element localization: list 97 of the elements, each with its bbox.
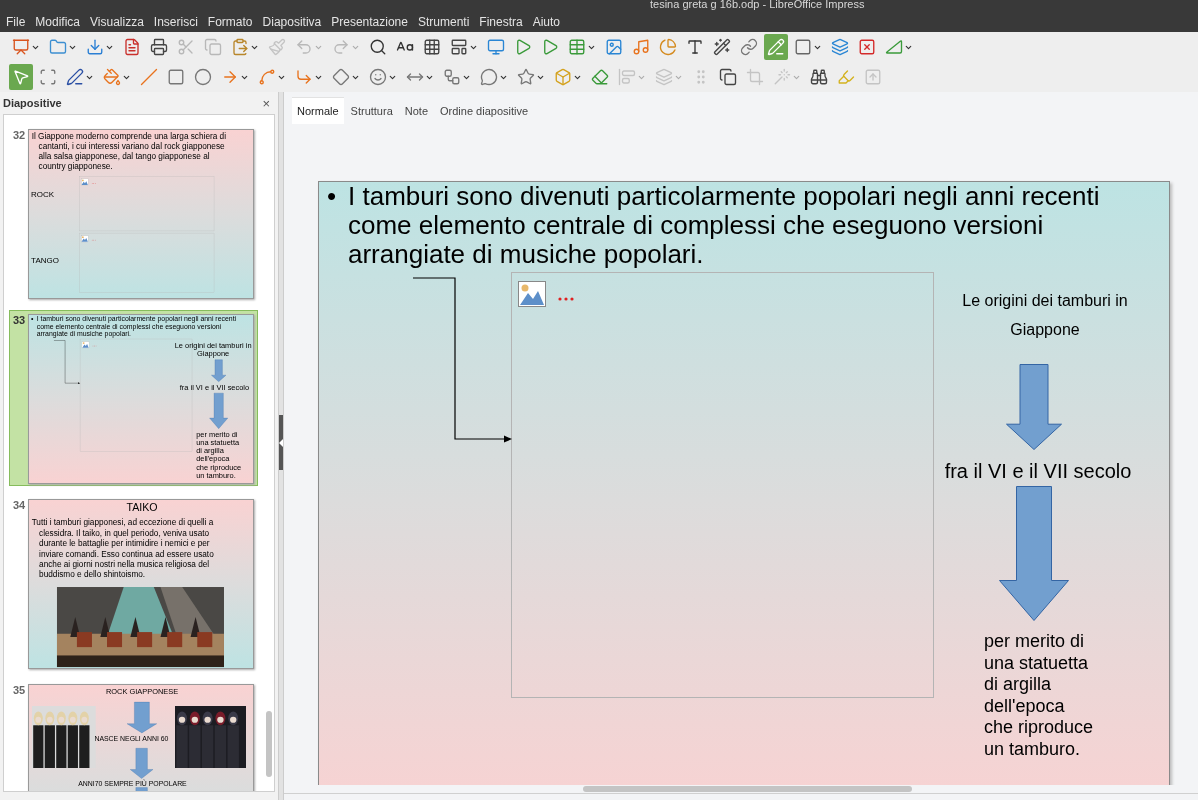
binoculars-icon [810, 68, 828, 86]
eraser-icon [591, 68, 609, 86]
view-tab[interactable]: Normale [292, 97, 344, 124]
text-icon [686, 38, 704, 56]
star-icon [517, 68, 535, 86]
view-tab[interactable]: Ordine diapositive [435, 97, 534, 124]
menu-item[interactable]: File [6, 15, 26, 29]
grid-icon [423, 38, 441, 56]
window-title: tesina greta g 16b.odp - LibreOffice Impress [650, 0, 865, 8]
slide-number: 34 [13, 499, 26, 511]
rectangle-icon [794, 38, 812, 56]
undo-icon [295, 38, 313, 56]
flowchart-icon [443, 68, 461, 86]
link-icon [740, 38, 758, 56]
loading-dots-icon [558, 297, 574, 301]
image-icon [81, 178, 89, 186]
wand-icon [773, 68, 791, 86]
slide-title: TAIKO [125, 501, 159, 514]
slide-number: 33 [13, 314, 26, 326]
menu-item[interactable]: Aiuto [532, 15, 561, 29]
view-tab[interactable]: Note [399, 97, 433, 124]
menu-item[interactable]: Finestra [479, 15, 523, 29]
line-icon [140, 68, 158, 86]
triangle-ruler-icon [885, 38, 903, 56]
copy-icon [204, 38, 222, 56]
smiley-icon [369, 68, 387, 86]
menu-item[interactable]: Diapositiva [262, 15, 322, 29]
pencil-icon [767, 38, 785, 56]
down-arrow-shape [209, 393, 229, 429]
view-tab[interactable]: Struttura [345, 97, 398, 124]
table-icon [568, 38, 586, 56]
redo-icon [332, 38, 350, 56]
search-icon [369, 38, 387, 56]
menu-item[interactable]: Visualizza [90, 15, 144, 29]
scrollbar-thumb[interactable] [583, 786, 912, 792]
pointer-icon [12, 68, 30, 86]
highlighter-icon [837, 68, 855, 86]
connector-icon [295, 68, 313, 86]
close-button[interactable]: × [260, 95, 272, 111]
scissors-icon [177, 38, 195, 56]
new-presentation-icon [12, 38, 30, 56]
menu-item[interactable]: Modifica [35, 15, 81, 29]
ellipse-icon [194, 68, 212, 86]
zoom-frame-icon [39, 68, 57, 86]
image-icon [82, 341, 90, 349]
layers-icon [831, 38, 849, 56]
align-icon [618, 68, 636, 86]
crop-icon [746, 68, 764, 86]
printer-icon [150, 38, 168, 56]
slide-caption: Le origini dei tamburi in Giappone [961, 291, 1129, 340]
pie-chart-icon [659, 38, 677, 56]
slide-number: 35 [13, 684, 26, 696]
down-arrow-shape [211, 359, 227, 382]
image-icon [81, 235, 89, 243]
collapse-handle[interactable] [279, 415, 283, 470]
slide-caption: fra il VI e il VII secolo [943, 459, 1133, 483]
music-note-icon [632, 38, 650, 56]
play-icon [541, 38, 559, 56]
pointer-button[interactable] [9, 64, 33, 90]
slide-bullet-text: I tamburi sono divenuti particolarmente popolari negli anni recenti come elemento centrale di complessi che eseguono versioni arrangiate di musiche popolari. [348, 182, 1101, 269]
layout-icon [450, 38, 468, 56]
image-icon [518, 281, 546, 307]
slide-paragraph: Il Giappone moderno comprende una larga schiera di cantanti, i cui interessi variano dal rock giapponese alla salsa giapponese, dal tango giapponese al country giapponese. [31, 131, 228, 171]
image-icon [605, 38, 623, 56]
paintbrush-icon [268, 38, 286, 56]
curve-icon [258, 68, 276, 86]
folder-icon [49, 38, 67, 56]
paste-icon [231, 38, 249, 56]
down-arrow-shape [130, 748, 154, 779]
menu-item[interactable]: Presentazione [331, 15, 408, 29]
panel-title: Diapositive [3, 97, 62, 109]
pdf-icon [123, 38, 141, 56]
arrange-icon [655, 68, 673, 86]
fill-bucket-icon [103, 68, 121, 86]
pencil-button[interactable] [764, 34, 788, 60]
menu-item[interactable]: Strumenti [417, 15, 470, 29]
slide-caption: per merito di una statuetta di argilla dell'epoca che riproduce un tamburo. [984, 631, 1095, 760]
wand-icon [713, 38, 731, 56]
slide-number: 32 [13, 129, 26, 141]
down-arrow-shape [127, 702, 158, 733]
rectangle-icon [167, 68, 185, 86]
scrollbar-thumb[interactable] [266, 711, 273, 777]
monitor-icon [487, 38, 505, 56]
diamond-icon [332, 68, 350, 86]
arrow-icon [221, 68, 239, 86]
bullet-mark: • [327, 182, 338, 213]
delete-icon [858, 38, 876, 56]
cube-icon [554, 68, 572, 86]
menu-item[interactable]: Formato [207, 15, 253, 29]
callout-icon [480, 68, 498, 86]
square-arrow-up-icon [864, 68, 882, 86]
save-icon [86, 38, 104, 56]
menu-item[interactable]: Inserisci [153, 15, 198, 29]
line-color-icon [66, 68, 84, 86]
shadow-icon [719, 68, 737, 86]
slide-paragraph: Tutti i tamburi giapponesi, ad eccezione di quelli a clessidra. Il taiko, in quel periodo, veniva usato durante le battaglie per intimidire i nemici e per inviare comandi. Esso continua ad essere usato anche ai giorni nostri nella musica religiosa del buddismo e dello shintoismo. [31, 517, 215, 580]
play-icon [514, 38, 532, 56]
